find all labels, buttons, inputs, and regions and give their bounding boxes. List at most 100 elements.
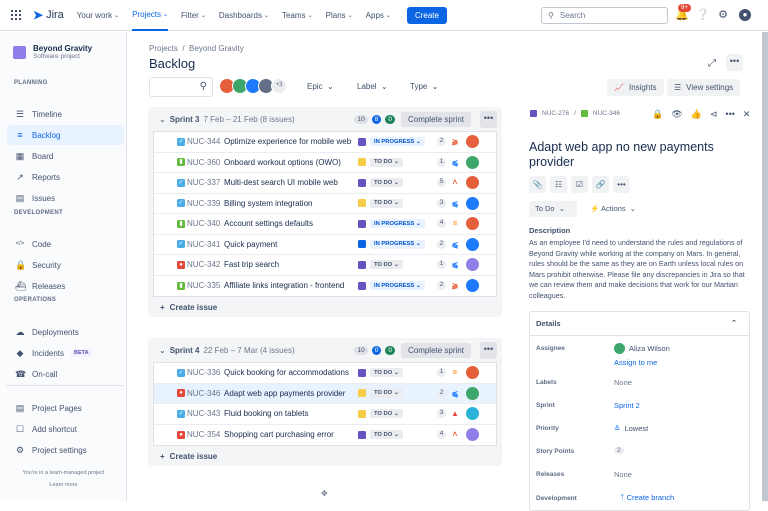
status-dropdown[interactable]: IN PROGRESS ⌄ [370, 137, 425, 147]
sprint-more-button[interactable]: ••• [480, 341, 497, 359]
close-icon[interactable]: ✕ [743, 109, 751, 120]
issue-summary[interactable]: Onboard workout options (OWO) [224, 158, 359, 167]
status-dropdown[interactable]: IN PROGRESS ⌄ [370, 239, 425, 249]
assignee-avatar[interactable] [466, 258, 479, 272]
nav-projects[interactable]: Projects ⌄ [132, 0, 169, 31]
issue-row[interactable]: ✓ NUC-344 Optimize experience for mobile w… [154, 132, 496, 153]
breadcrumb-project[interactable]: Beyond Gravity [189, 44, 244, 53]
more-icon[interactable]: ••• [725, 109, 734, 120]
issue-summary[interactable]: Multi-dest search UI mobile web [224, 178, 359, 187]
assignee-avatar[interactable] [466, 279, 479, 293]
thumbs-up-icon[interactable]: 👍 [691, 109, 702, 120]
sidebar-item-board[interactable]: ▦ Board [7, 146, 124, 166]
create-button[interactable]: Create [406, 6, 447, 24]
assignee-avatar[interactable] [466, 217, 479, 231]
story-points[interactable]: 1 [437, 157, 446, 167]
complete-sprint-button[interactable]: Complete sprint [400, 342, 471, 358]
story-points[interactable]: 2 [437, 388, 446, 398]
issue-row[interactable]: ▮ NUC-335 Affiliate links integration - fr… [154, 276, 496, 297]
status-dropdown[interactable]: TO DO ⌄ [370, 198, 403, 208]
create-issue-button[interactable]: + Create issue [148, 446, 502, 466]
issue-key[interactable]: NUC-344 [187, 137, 220, 146]
issue-summary[interactable]: Affiliate links integration - frontend [224, 281, 359, 290]
sidebar-item-backlog[interactable]: ≡ Backlog [7, 125, 124, 145]
nav-filter[interactable]: Filter ⌄ [181, 0, 206, 31]
sprint-link[interactable]: Sprint 2 [614, 401, 640, 410]
issue-key[interactable]: NUC-346 [187, 389, 220, 398]
expand-icon[interactable]: ⤢ [708, 58, 716, 69]
nav-dashboards[interactable]: Dashboards ⌄ [219, 0, 269, 31]
sprint-more-button[interactable]: ••• [480, 110, 497, 128]
issue-key[interactable]: NUC-354 [187, 430, 220, 439]
status-dropdown[interactable]: TO DO ⌄ [370, 388, 403, 398]
issue-key[interactable]: NUC-342 [187, 260, 220, 269]
chevron-down-icon[interactable]: ⌄ [159, 346, 166, 355]
view-settings-button[interactable]: ☰ View settings [667, 79, 741, 96]
type-filter[interactable]: Type ⌄ [410, 82, 439, 91]
child-issue-icon[interactable]: ☷ [550, 176, 567, 193]
sidebar-item-timeline[interactable]: ☰ Timeline [7, 104, 124, 124]
more-actions-button[interactable]: ••• [726, 54, 743, 71]
settings-icon[interactable]: ⚙ [717, 9, 729, 21]
issue-row[interactable]: ● NUC-354 Shopping cart purchasing error TO… [154, 425, 496, 446]
nav-plans[interactable]: Plans ⌄ [326, 0, 353, 31]
assignee-avatar[interactable] [466, 176, 479, 190]
story-points[interactable]: 5 [437, 178, 446, 188]
epic-filter[interactable]: Epic ⌄ [307, 82, 334, 91]
label-filter[interactable]: Label ⌄ [357, 82, 388, 91]
issue-row[interactable]: ✓ NUC-341 Quick payment IN PROGRESS ⌄ 2 ⫹ [154, 235, 496, 255]
labels-value[interactable]: None [614, 378, 632, 387]
sidebar-item-add-shortcut[interactable]: ☐ Add shortcut [7, 419, 124, 439]
sidebar-item-deployments[interactable]: ☁ Deployments [7, 322, 124, 342]
issue-summary[interactable]: Quick booking for accommodations [224, 368, 359, 377]
sidebar-item-security[interactable]: 🔒 Security [7, 255, 124, 275]
breadcrumb-projects[interactable]: Projects [149, 44, 178, 53]
nav-teams[interactable]: Teams ⌄ [282, 0, 313, 31]
issue-key-link[interactable]: NUC-346 [593, 110, 620, 117]
assignee-field[interactable]: Aliza Wilson [614, 343, 670, 354]
attach-icon[interactable]: 📎 [529, 176, 546, 193]
priority-field[interactable]: ≛ Lowest [614, 424, 648, 433]
scrollbar[interactable] [762, 32, 768, 501]
issue-key[interactable]: NUC-337 [187, 178, 220, 187]
assign-to-me-link[interactable]: Assign to me [614, 358, 657, 367]
assignee-avatar[interactable] [466, 237, 479, 251]
issue-row[interactable]: ✓ NUC-339 Billing system integration TO DO … [154, 194, 496, 214]
sidebar-item-issues[interactable]: ▤ Issues [7, 188, 124, 208]
issue-key[interactable]: NUC-336 [187, 368, 220, 377]
parent-issue-link[interactable]: NUC-276 [542, 110, 569, 117]
subtask-icon[interactable]: ☑ [571, 176, 588, 193]
issue-summary[interactable]: Adapt web app payments provider [224, 389, 359, 398]
share-icon[interactable]: ⊲ [710, 109, 718, 120]
resize-handle-icon[interactable]: ✥ [321, 489, 328, 498]
issue-key[interactable]: NUC-335 [187, 281, 220, 290]
assignee-avatar[interactable] [466, 386, 479, 400]
story-points[interactable]: 3 [437, 409, 446, 419]
status-dropdown[interactable]: TO DO ⌄ [370, 409, 403, 419]
issue-summary[interactable]: Fluid booking on tablets [224, 409, 359, 418]
lock-icon[interactable]: 🔒 [652, 109, 663, 120]
assignee-avatar[interactable] [466, 407, 479, 421]
status-dropdown[interactable]: IN PROGRESS ⌄ [370, 281, 425, 291]
nav-your-work[interactable]: Your work ⌄ [77, 0, 119, 31]
sidebar-item-reports[interactable]: ↗ Reports [7, 167, 124, 187]
issue-row[interactable]: ● NUC-346 Adapt web app payments provider T… [154, 383, 496, 404]
issue-row[interactable]: ✓ NUC-337 Multi-dest search UI mobile web T… [154, 173, 496, 194]
sidebar-item-releases[interactable]: ⛴ Releases [7, 276, 124, 296]
story-points[interactable]: 4 [437, 430, 446, 440]
status-dropdown[interactable]: TO DO ⌄ [370, 157, 403, 167]
sidebar-item-project-settings[interactable]: ⚙ Project settings [7, 440, 124, 460]
issue-key[interactable]: NUC-340 [187, 219, 220, 228]
story-points-value[interactable]: 2 [614, 447, 624, 454]
issue-key[interactable]: NUC-341 [187, 240, 220, 249]
story-points[interactable]: 2 [437, 137, 446, 147]
assignee-avatar[interactable] [466, 155, 479, 169]
status-dropdown[interactable]: TO DO ⌄ [370, 178, 403, 188]
create-issue-button[interactable]: + Create issue [148, 297, 502, 317]
help-icon[interactable]: ❔ [696, 9, 710, 21]
watch-eye-icon[interactable]: 👁 [671, 109, 682, 120]
details-header[interactable]: Details ⌃ [530, 312, 749, 336]
story-points[interactable]: 2 [437, 239, 446, 249]
issue-key[interactable]: NUC-360 [187, 158, 220, 167]
learn-more-link[interactable]: Learn more [0, 482, 127, 488]
